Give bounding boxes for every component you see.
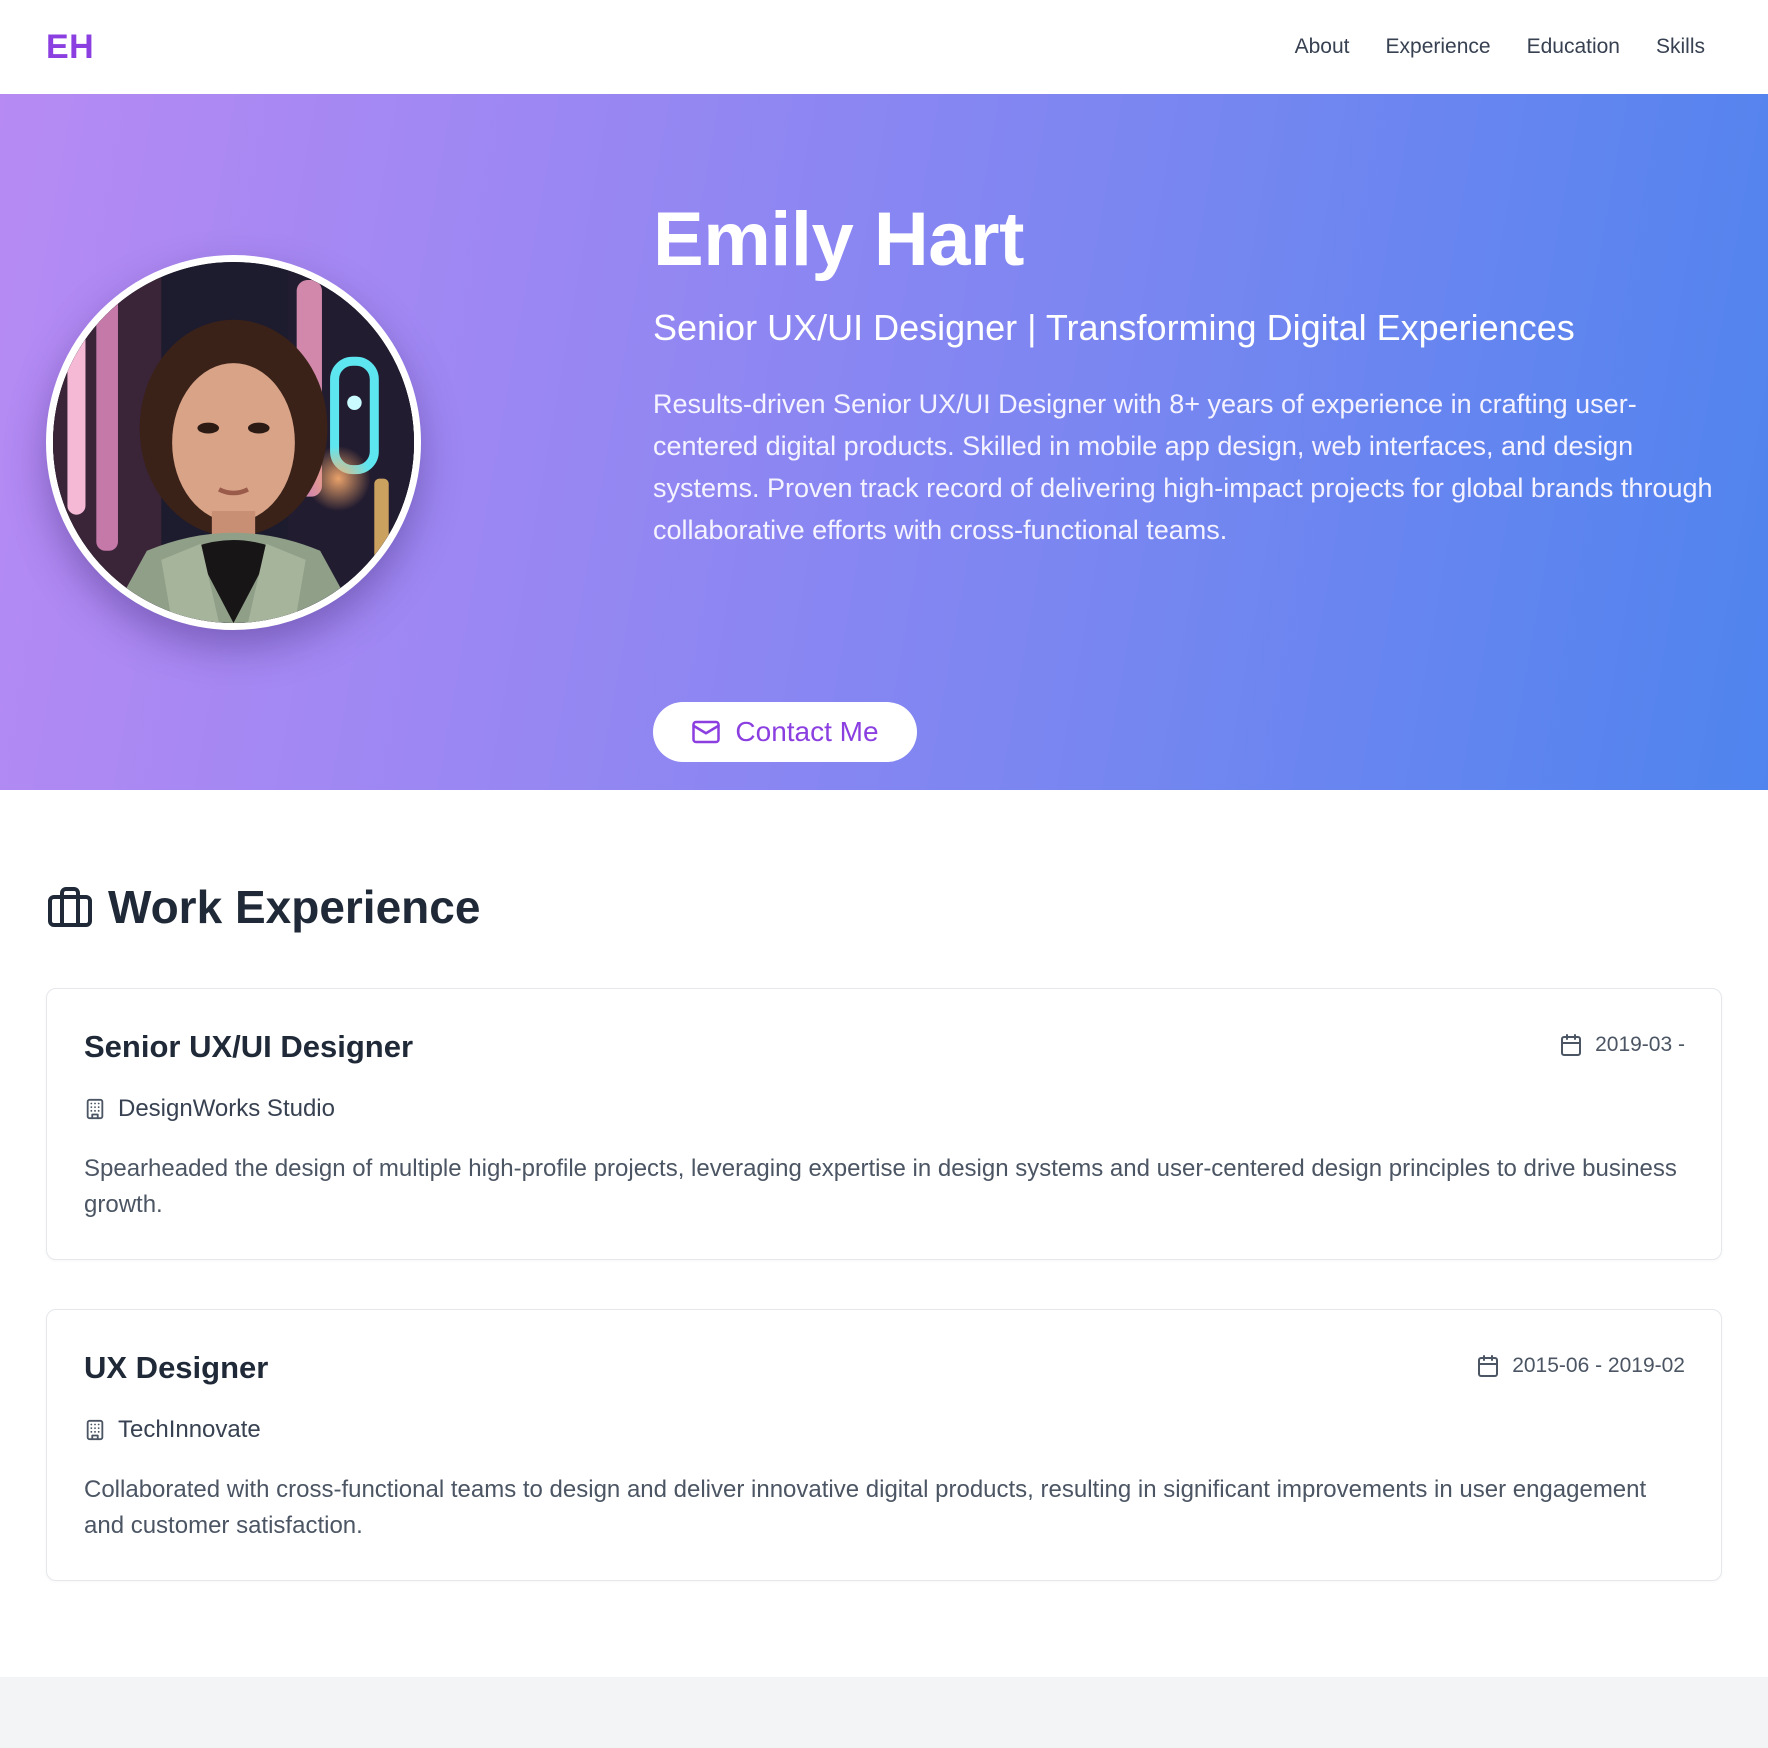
profile-photo <box>53 262 414 623</box>
nav-link-about[interactable]: About <box>1295 35 1350 59</box>
experience-card: Senior UX/UI Designer 2019-03 - DesignWo… <box>46 988 1722 1260</box>
calendar-icon <box>1478 1355 1499 1377</box>
job-role: UX Designer <box>84 1350 269 1385</box>
calendar-icon <box>1561 1034 1582 1056</box>
job-company: TechInnovate <box>84 1416 261 1444</box>
job-role: Senior UX/UI Designer <box>84 1029 414 1064</box>
top-nav: EH About Experience Education Skills <box>0 0 1768 94</box>
logo[interactable]: EH <box>46 28 94 67</box>
job-date: 2019-03 - <box>1559 1033 1685 1057</box>
section-title: Work Experience <box>108 881 481 933</box>
building-icon <box>86 1419 104 1441</box>
hero-section: Emily Hart Senior UX/UI Designer | Trans… <box>0 94 1768 790</box>
building-icon <box>86 1098 104 1120</box>
briefcase-icon <box>48 887 92 927</box>
mail-icon <box>692 720 721 744</box>
job-description: Spearheaded the design of multiple high-… <box>84 1155 1677 1218</box>
hero-name: Emily Hart <box>653 197 1024 282</box>
contact-me-button[interactable]: Contact Me <box>653 702 917 762</box>
hero-text: Emily Hart Senior UX/UI Designer | Trans… <box>653 197 1713 762</box>
hero-summary: Results-driven Senior UX/UI Designer wit… <box>653 388 1713 545</box>
hero-title: Senior UX/UI Designer | Transforming Dig… <box>653 306 1575 348</box>
footer-band <box>0 1677 1768 1748</box>
job-company-text: DesignWorks Studio <box>118 1095 335 1122</box>
nav-link-education[interactable]: Education <box>1527 35 1620 59</box>
job-company-text: TechInnovate <box>118 1416 261 1443</box>
nav-links: About Experience Education Skills <box>1295 35 1705 59</box>
work-experience-heading: Work Experience <box>46 880 480 934</box>
job-date: 2015-06 - 2019-02 <box>1476 1354 1685 1378</box>
job-description: Collaborated with cross-functional teams… <box>84 1476 1647 1539</box>
job-date-text: 2019-03 - <box>1595 1033 1685 1056</box>
job-company: DesignWorks Studio <box>84 1095 335 1123</box>
job-date-text: 2015-06 - 2019-02 <box>1512 1354 1685 1377</box>
nav-link-experience[interactable]: Experience <box>1386 35 1491 59</box>
avatar <box>46 255 421 630</box>
experience-card: UX Designer 2015-06 - 2019-02 TechInnova… <box>46 1309 1722 1581</box>
nav-link-skills[interactable]: Skills <box>1656 35 1705 59</box>
contact-me-label: Contact Me <box>735 716 879 747</box>
